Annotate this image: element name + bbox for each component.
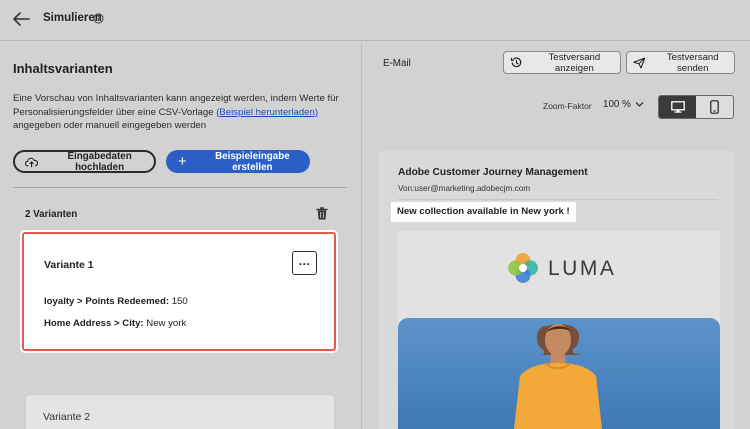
zoom-value[interactable]: 100 % (603, 99, 631, 110)
chevron-down-icon[interactable] (635, 101, 644, 108)
field-row: Home Address > City: New york (44, 318, 186, 329)
create-sample-input-button[interactable]: + Beispieleingabe erstellen (166, 150, 310, 173)
upload-input-data-button[interactable]: Eingabedaten hochladen (13, 150, 156, 173)
channel-label: E-Mail (383, 58, 411, 69)
email-preview-panel: E-Mail Testversand anzeigen Testversand … (363, 42, 750, 429)
field-label: loyalty > Points Redeemed: (44, 296, 170, 307)
variant-card[interactable]: Variante 2 (25, 394, 335, 429)
send-test-button[interactable]: Testversand senden (626, 51, 735, 74)
upload-cloud-icon (25, 157, 39, 167)
from-line: Von:user@marketing.adobecjm.com (398, 184, 531, 193)
show-test-send-button[interactable]: Testversand anzeigen (503, 51, 621, 74)
email-subject: New collection available in New york ! (391, 202, 576, 222)
divider (13, 187, 347, 188)
send-test-label: Testversand senden (666, 51, 719, 74)
email-body: LUMA (398, 231, 720, 429)
top-bar: Simulieren (0, 0, 750, 41)
header-divider (398, 199, 718, 200)
luma-logo-icon (508, 253, 538, 283)
trash-icon[interactable] (316, 207, 328, 220)
field-label: Home Address > City: (44, 318, 144, 329)
more-dots-icon: ... (298, 253, 311, 268)
download-sample-link[interactable]: (Beispiel herunterladen) (216, 107, 318, 118)
paper-plane-icon (633, 56, 646, 69)
person-meditating-image (514, 324, 602, 429)
variant-count: 2 Varianten (25, 209, 78, 220)
brand-name: LUMA (548, 257, 617, 280)
description-text-end: angegeben oder manuell eingegeben werden (13, 120, 207, 131)
history-icon (510, 57, 522, 68)
panel-description: Eine Vorschau von Inhaltsvarianten kann … (13, 92, 343, 133)
variant-name: Variante 1 (44, 259, 94, 271)
variant-card-selected[interactable]: Variante 1 ... loyalty > Points Redeemed… (20, 230, 338, 353)
plus-icon: + (178, 153, 187, 170)
field-value: New york (143, 318, 187, 329)
mobile-icon (710, 100, 719, 114)
info-icon[interactable] (93, 13, 104, 24)
mobile-view-button[interactable] (696, 96, 733, 118)
field-row: loyalty > Points Redeemed: 150 (44, 296, 188, 307)
upload-input-data-label: Eingabedaten hochladen (67, 150, 132, 173)
desktop-view-button[interactable] (659, 96, 696, 118)
content-variants-panel: Inhaltsvarianten Eine Vorschau von Inhal… (0, 42, 362, 429)
field-value: 150 (169, 296, 188, 307)
more-actions-button[interactable]: ... (292, 251, 317, 275)
desktop-icon (670, 101, 685, 113)
variant-name: Variante 2 (43, 411, 91, 423)
hero-image (398, 318, 720, 429)
arrow-left-icon[interactable] (12, 11, 30, 27)
email-preview: Adobe Customer Journey Management Von:us… (379, 151, 735, 429)
show-test-send-label: Testversand anzeigen (548, 51, 601, 74)
create-sample-input-label: Beispieleingabe erstellen (215, 150, 290, 173)
zoom-label: Zoom-Faktor (543, 101, 592, 111)
sender-name: Adobe Customer Journey Management (398, 167, 588, 178)
device-toggle (658, 95, 734, 119)
panel-title: Inhaltsvarianten (13, 61, 113, 76)
